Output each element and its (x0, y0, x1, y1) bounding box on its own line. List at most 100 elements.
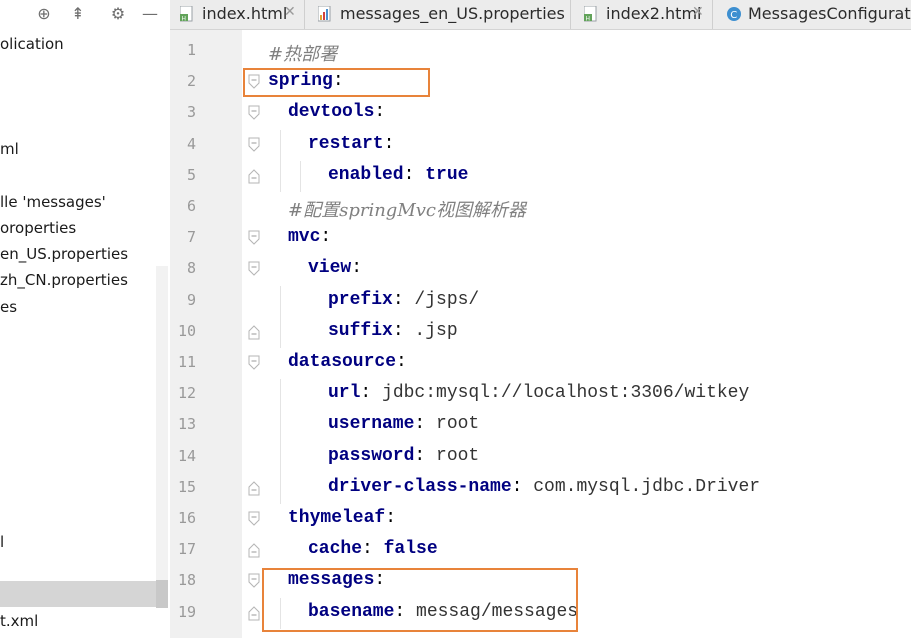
yaml-colon: : (385, 508, 397, 528)
code-line[interactable]: 11 datasource: (170, 348, 911, 379)
tree-item[interactable]: ml (0, 139, 19, 159)
code-line[interactable]: 1 #热部署 (170, 36, 911, 67)
line-number: 19 (177, 602, 196, 621)
yaml-key: cache (308, 539, 363, 560)
properties-file-icon (318, 6, 331, 22)
fold-open-icon[interactable] (248, 230, 260, 246)
close-icon[interactable]: ✕ (284, 4, 296, 20)
settings-gear-icon[interactable]: ⚙ (108, 4, 128, 24)
indent-guide (300, 160, 301, 192)
highlight-box-messages (262, 568, 578, 632)
tree-item[interactable]: oroperties (0, 218, 76, 238)
fold-end-icon[interactable] (248, 168, 260, 184)
project-panel: ⊕ ⇞ ⚙ — olication ml lle 'messages' orop… (0, 0, 170, 638)
locate-icon[interactable]: ⊕ (34, 4, 54, 24)
tree-item[interactable]: en_US.properties (0, 244, 128, 264)
code-line[interactable]: 17 cache: false (170, 535, 911, 566)
line-number: 9 (186, 290, 196, 309)
project-scrollbar-thumb[interactable] (156, 580, 168, 608)
code-editor[interactable]: 1 #热部署 2 spring: 3 devtools: 4 restart: 5 enabled… (170, 30, 911, 638)
line-number: 13 (177, 415, 196, 434)
code-line[interactable]: 7 mvc: (170, 223, 911, 254)
fold-open-icon[interactable] (248, 511, 260, 527)
comment-text: #热部署 (268, 44, 338, 65)
code-text: driver-class-name: com.mysql.jdbc.Driver (328, 477, 760, 497)
code-line[interactable]: 14 password: root (170, 442, 911, 473)
yaml-colon: : (351, 258, 363, 279)
tab-label: MessagesConfiguratio (748, 4, 911, 23)
line-number: 2 (186, 72, 196, 91)
fold-open-icon[interactable] (248, 105, 260, 121)
code-line[interactable]: 10 suffix: .jsp (170, 317, 911, 348)
yaml-colon: : (360, 383, 383, 404)
line-number: 6 (186, 197, 196, 215)
yaml-colon: : (392, 289, 415, 310)
fold-open-icon[interactable] (248, 573, 260, 589)
line-number: 8 (186, 259, 196, 278)
fold-end-icon[interactable] (248, 480, 260, 496)
java-class-icon: C (727, 7, 741, 21)
html-file-icon: H (584, 6, 597, 22)
yaml-key: driver-class-name (328, 476, 512, 497)
fold-open-icon[interactable] (248, 261, 260, 277)
code-line[interactable]: 6 #配置springMvc视图解析器 (170, 192, 911, 223)
svg-text:C: C (730, 10, 737, 21)
collapse-all-icon[interactable]: ⇞ (68, 4, 88, 24)
code-text: suffix: .jsp (328, 321, 458, 341)
hide-panel-icon[interactable]: — (140, 4, 160, 24)
yaml-value: com.mysql.jdbc.Driver (533, 476, 761, 497)
fold-end-icon[interactable] (248, 605, 260, 621)
code-line[interactable]: 3 devtools: (170, 98, 911, 129)
tab-messages-configuration[interactable]: C MessagesConfiguratio (716, 0, 911, 29)
highlight-box-spring (243, 68, 430, 97)
yaml-colon: : (414, 414, 437, 435)
yaml-colon: : (362, 539, 384, 560)
tab-messages-en-us[interactable]: messages_en_US.properties ✕ (308, 0, 571, 29)
yaml-key: mvc (288, 227, 321, 248)
tree-item[interactable]: t.xml (0, 611, 38, 631)
line-number: 4 (186, 134, 196, 153)
tree-item[interactable]: l (0, 532, 4, 552)
yaml-colon: : (511, 476, 534, 497)
code-text: datasource: (288, 352, 407, 372)
fold-end-icon[interactable] (248, 324, 260, 340)
indent-guide (280, 379, 281, 504)
tab-index-html[interactable]: H index.html ✕ (170, 0, 305, 29)
code-line[interactable]: 13 username: root (170, 410, 911, 441)
code-text: password: root (328, 446, 479, 466)
code-line[interactable]: 8 view: (170, 254, 911, 285)
yaml-colon: : (403, 164, 426, 185)
close-icon[interactable]: ✕ (692, 4, 704, 20)
yaml-key: prefix (328, 289, 393, 310)
tree-item[interactable]: lle 'messages' (0, 192, 106, 212)
indent-guide (280, 129, 281, 192)
yaml-key: enabled (328, 164, 404, 185)
yaml-key: datasource (288, 352, 397, 372)
code-line[interactable]: 12 url: jdbc:mysql://localhost:3306/witke… (170, 379, 911, 410)
fold-open-icon[interactable] (248, 137, 260, 153)
yaml-value: root (436, 445, 480, 466)
code-text: devtools: (288, 102, 385, 122)
line-number: 7 (186, 228, 196, 247)
line-number: 11 (177, 353, 196, 371)
tree-item[interactable]: olication (0, 34, 64, 54)
code-line[interactable]: 16 thymeleaf: (170, 504, 911, 535)
yaml-key: suffix (328, 320, 393, 341)
tab-index2-html[interactable]: H index2.html ✕ (574, 0, 713, 29)
tree-item[interactable]: es (0, 297, 17, 317)
code-line[interactable]: 9 prefix: /jsps/ (170, 286, 911, 317)
project-toolbar: ⊕ ⇞ ⚙ — (0, 0, 170, 28)
code-line[interactable]: 15 driver-class-name: com.mysql.jdbc.Driv… (170, 473, 911, 504)
code-text: username: root (328, 414, 479, 434)
fold-end-icon[interactable] (248, 542, 260, 558)
code-text: thymeleaf: (288, 508, 396, 528)
yaml-key: restart (308, 133, 384, 154)
fold-open-icon[interactable] (248, 355, 260, 371)
code-line[interactable]: 4 restart: (170, 130, 911, 161)
code-text: enabled: true (328, 165, 468, 185)
code-line[interactable]: 5 enabled: true (170, 161, 911, 192)
tree-item[interactable]: zh_CN.properties (0, 270, 128, 290)
line-number: 10 (177, 321, 196, 340)
selected-tree-row[interactable] (0, 581, 156, 607)
project-scrollbar[interactable] (156, 266, 168, 608)
